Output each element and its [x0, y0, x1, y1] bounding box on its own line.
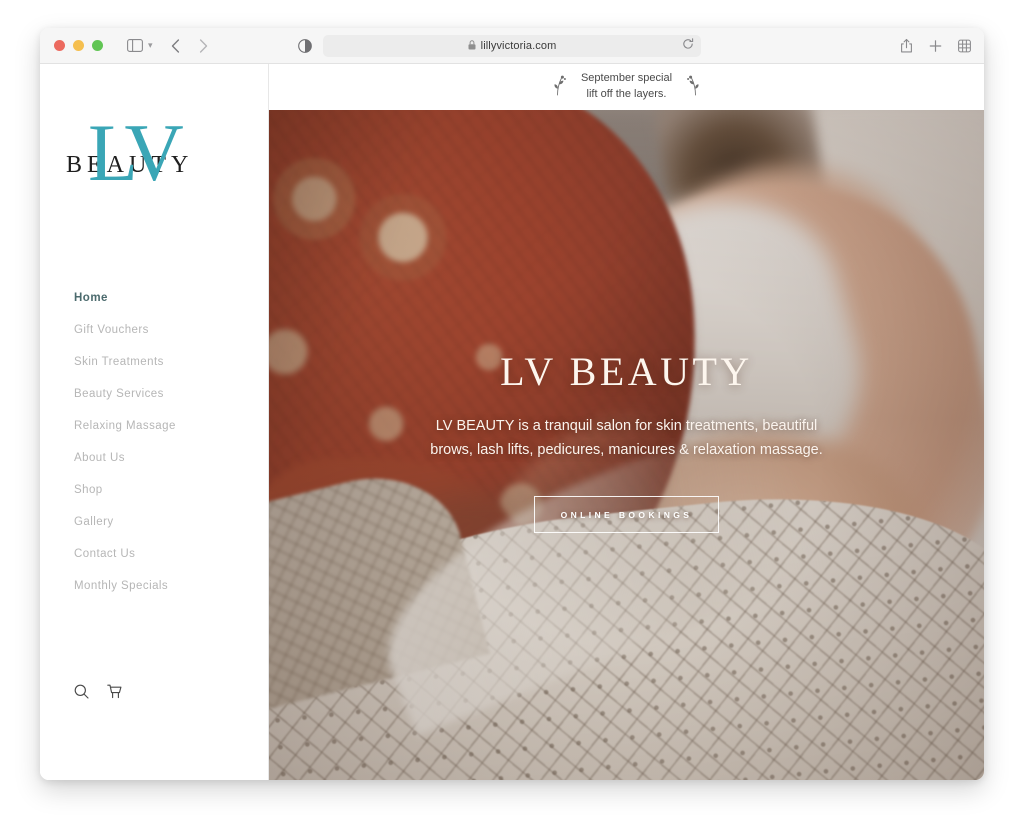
address-bar[interactable]: lillyvictoria.com [323, 34, 701, 57]
page-viewport: BEAUTY LV Home Gift Vouchers Skin Treatm… [40, 64, 984, 780]
lock-icon [468, 37, 476, 55]
tab-overview-icon[interactable] [958, 39, 971, 52]
close-window-button[interactable] [54, 40, 65, 51]
floral-sprig-icon-right [685, 74, 702, 101]
nav-item-beauty-services[interactable]: Beauty Services [40, 378, 269, 410]
nav-item-monthly-specials[interactable]: Monthly Specials [40, 570, 269, 602]
site-sidebar: BEAUTY LV Home Gift Vouchers Skin Treatm… [40, 64, 269, 780]
new-tab-plus-icon[interactable] [929, 39, 942, 52]
window-traffic-lights [54, 40, 103, 51]
browser-toolbar: ▾ lillyvictoria.com [40, 28, 984, 64]
sidebar-toggle-icon[interactable] [127, 39, 143, 52]
search-icon[interactable] [74, 684, 89, 704]
hero-title: LV BEAUTY [500, 349, 753, 394]
nav-item-shop[interactable]: Shop [40, 474, 269, 506]
nav-item-about-us[interactable]: About Us [40, 442, 269, 474]
nav-item-skin-treatments[interactable]: Skin Treatments [40, 346, 269, 378]
floral-sprig-icon-left [551, 74, 568, 101]
forward-arrow-icon[interactable] [199, 38, 208, 53]
sidebar-action-icons [74, 684, 122, 704]
site-logo[interactable]: BEAUTY LV [40, 112, 269, 212]
reload-icon[interactable] [682, 37, 694, 55]
site-navigation: Home Gift Vouchers Skin Treatments Beaut… [40, 282, 269, 602]
nav-item-gallery[interactable]: Gallery [40, 506, 269, 538]
browser-window: ▾ lillyvictoria.com BEAUTY LV Home Gift … [40, 28, 984, 780]
hero-subtitle: LV BEAUTY is a tranquil salon for skin t… [430, 418, 823, 458]
url-text: lillyvictoria.com [480, 39, 557, 52]
logo-monogram: LV [88, 107, 184, 198]
maximize-window-button[interactable] [92, 40, 103, 51]
nav-item-gift-vouchers[interactable]: Gift Vouchers [40, 314, 269, 346]
online-bookings-button[interactable]: ONLINE BOOKINGS [533, 495, 720, 533]
toolbar-right-group [900, 38, 971, 53]
promo-line-1: September special [580, 72, 673, 85]
shopping-cart-icon[interactable] [107, 684, 122, 704]
hero-section: LV BEAUTY LV BEAUTY is a tranquil salon … [269, 110, 984, 780]
promo-text: September special lift off the layers. [581, 71, 672, 103]
site-main: September special lift off the layers. L… [269, 64, 984, 780]
reader-mode-icon[interactable] [298, 38, 312, 53]
nav-item-home[interactable]: Home [40, 282, 269, 314]
promo-banner[interactable]: September special lift off the layers. [269, 64, 984, 110]
chevron-down-icon[interactable]: ▾ [148, 40, 153, 51]
back-arrow-icon[interactable] [171, 38, 180, 53]
promo-line-2: lift off the layers. [586, 88, 667, 100]
nav-item-relaxing-massage[interactable]: Relaxing Massage [40, 410, 269, 442]
nav-item-contact-us[interactable]: Contact Us [40, 538, 269, 570]
share-icon[interactable] [900, 38, 913, 53]
hero-copy: LV BEAUTY LV BEAUTY is a tranquil salon … [269, 348, 984, 533]
minimize-window-button[interactable] [73, 40, 84, 51]
